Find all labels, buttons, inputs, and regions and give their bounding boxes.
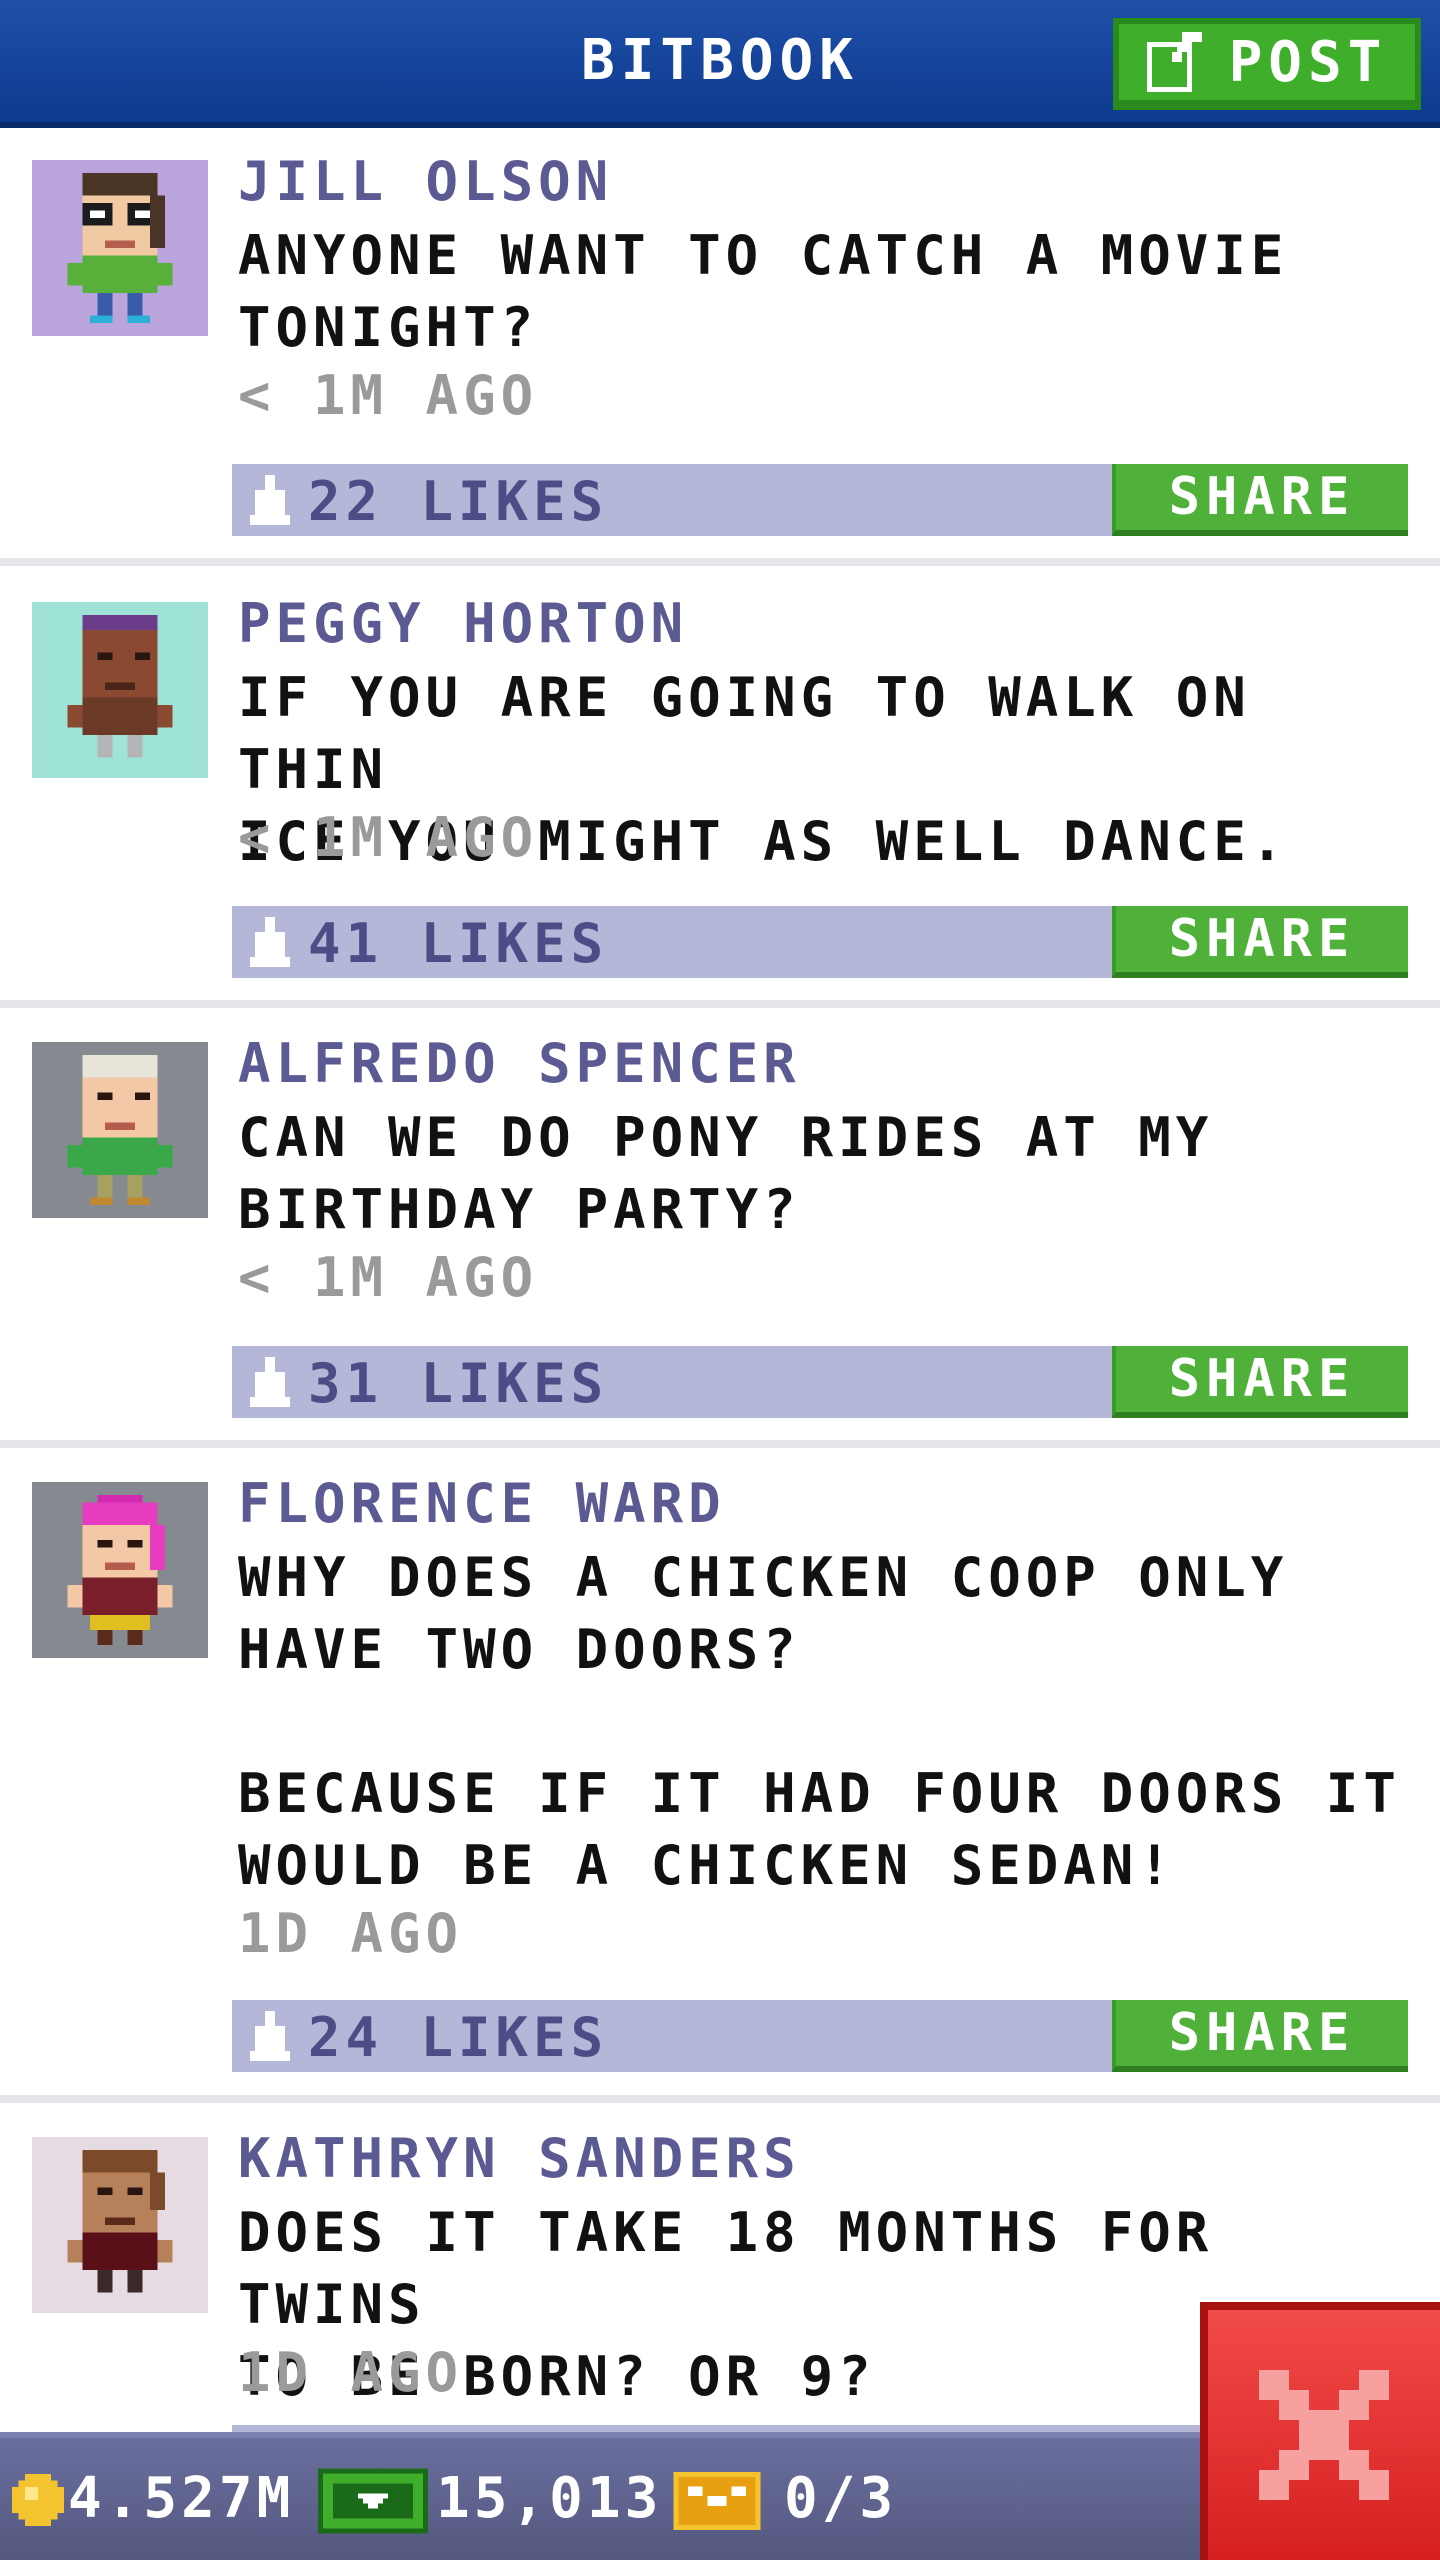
post-author: PEGGY HORTON <box>238 592 689 655</box>
avatar[interactable] <box>32 602 208 778</box>
like-bar: 41 LIKES SHARE <box>232 906 1408 978</box>
compose-icon <box>1146 32 1207 92</box>
like-count: 22 LIKES <box>308 470 609 533</box>
bitizen-icon <box>67 2150 173 2293</box>
feed-post: JILL OLSON ANYONE WANT TO CATCH A MOVIE … <box>0 128 1440 558</box>
thumbs-up-icon[interactable] <box>250 916 290 968</box>
feed-post: ALFREDO SPENCER CAN WE DO PONY RIDES AT … <box>0 1010 1440 1440</box>
thumbs-up-icon[interactable] <box>250 474 290 526</box>
post-time: < 1M AGO <box>238 364 539 427</box>
like-bar: 22 LIKES SHARE <box>232 464 1408 536</box>
bux-icon <box>318 2468 428 2534</box>
top-bar: BITBOOK POST <box>0 0 1440 128</box>
divider <box>0 1000 1440 1008</box>
divider <box>0 2095 1440 2103</box>
like-count: 41 LIKES <box>308 912 609 975</box>
avatar[interactable] <box>32 160 208 336</box>
share-button[interactable]: SHARE <box>1112 1346 1408 1418</box>
post-time: < 1M AGO <box>238 806 539 869</box>
divider <box>0 1440 1440 1448</box>
bux-count: 15,013 <box>436 2466 663 2531</box>
share-button[interactable]: SHARE <box>1112 2000 1408 2072</box>
like-count: 31 LIKES <box>308 1352 609 1415</box>
share-button[interactable]: SHARE <box>1112 906 1408 978</box>
post-message: WHY DOES A CHICKEN COOP ONLY HAVE TWO DO… <box>238 1546 1401 1897</box>
post-author: FLORENCE WARD <box>238 1472 726 1535</box>
post-message: ANYONE WANT TO CATCH A MOVIE TONIGHT? <box>238 224 1289 359</box>
avatar[interactable] <box>32 2137 208 2313</box>
thumbs-up-icon[interactable] <box>250 1356 290 1408</box>
share-button[interactable]: SHARE <box>1112 464 1408 536</box>
post-button[interactable]: POST <box>1113 18 1421 110</box>
bitizen-icon <box>67 1495 173 1645</box>
vip-ticket-icon <box>673 2472 761 2530</box>
close-button[interactable] <box>1200 2302 1440 2560</box>
post-time: 1D AGO <box>238 2341 464 2404</box>
ticket-count: 0/3 <box>784 2466 898 2531</box>
bitizen-icon <box>67 615 173 758</box>
avatar[interactable] <box>32 1042 208 1218</box>
post-author: JILL OLSON <box>238 150 614 213</box>
post-time: 1D AGO <box>238 1902 464 1965</box>
post-author: ALFREDO SPENCER <box>238 1032 801 1095</box>
close-icon <box>1259 2370 1389 2500</box>
like-count: 24 LIKES <box>308 2006 609 2069</box>
divider <box>0 558 1440 566</box>
thumbs-up-icon[interactable] <box>250 2010 290 2062</box>
bitizen-icon <box>67 1055 173 1205</box>
like-bar: 31 LIKES SHARE <box>232 1346 1408 1418</box>
coin-icon <box>12 2474 64 2526</box>
like-bar: 24 LIKES SHARE <box>232 2000 1408 2072</box>
coin-count: 4.527M <box>68 2466 295 2531</box>
feed-post: FLORENCE WARD WHY DOES A CHICKEN COOP ON… <box>0 1450 1440 2095</box>
post-button-label: POST <box>1228 29 1388 95</box>
bitizen-icon <box>67 173 173 323</box>
post-time: < 1M AGO <box>238 1246 539 1309</box>
post-message: CAN WE DO PONY RIDES AT MY BIRTHDAY PART… <box>238 1106 1214 1241</box>
avatar[interactable] <box>32 1482 208 1658</box>
post-author: KATHRYN SANDERS <box>238 2127 801 2190</box>
feed-post: PEGGY HORTON IF YOU ARE GOING TO WALK ON… <box>0 570 1440 1000</box>
